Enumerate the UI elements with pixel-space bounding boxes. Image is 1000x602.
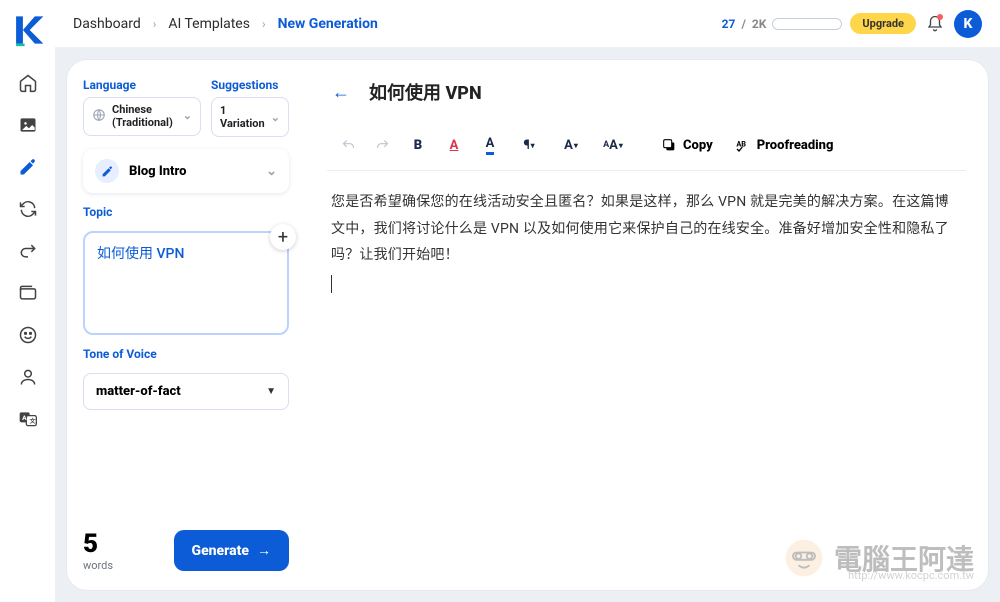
suggestions-select[interactable]: 1 Variation ⌄: [211, 97, 289, 137]
chevron-right-icon: ›: [153, 17, 157, 31]
bold-button[interactable]: B: [401, 130, 435, 160]
chevron-down-icon: ⌄: [266, 164, 277, 179]
nav-wallet[interactable]: [8, 274, 48, 312]
arrow-right-icon: →: [257, 542, 271, 559]
top-bar: Dashboard › AI Templates › New Generatio…: [55, 0, 1000, 48]
paragraph-button[interactable]: ¶▾: [509, 130, 549, 160]
editor-area: ← 如何使用 VPN B A A ¶▾ A▾ AA▾: [305, 60, 988, 590]
language-label: Language: [83, 78, 201, 92]
copy-button[interactable]: Copy: [651, 133, 723, 157]
usage-current: 27: [722, 17, 736, 31]
editor-toolbar: B A A ¶▾ A▾ AA▾ Copy AB Proofre: [327, 124, 966, 171]
workspace: Language Chinese (Traditional) ⌄ Suggest…: [55, 48, 1000, 602]
chevron-right-icon: ›: [262, 17, 266, 31]
tone-value: matter-of-fact: [96, 384, 181, 399]
suggestions-label: Suggestions: [211, 78, 289, 92]
font-size-button[interactable]: AA▾: [593, 130, 633, 160]
chevron-down-icon: ⌄: [271, 111, 280, 124]
upgrade-button[interactable]: Upgrade: [850, 13, 916, 34]
proofreading-button[interactable]: AB Proofreading: [725, 133, 844, 157]
usage-bar: [772, 18, 842, 30]
redo-button[interactable]: [365, 130, 399, 160]
svg-text:文: 文: [29, 417, 35, 425]
language-value: Chinese (Traditional): [112, 104, 177, 129]
nav-write[interactable]: [8, 148, 48, 186]
topic-input[interactable]: 如何使用 VPN +: [83, 231, 289, 335]
usage-meter: 27 / 2K: [722, 17, 843, 31]
template-select[interactable]: Blog Intro ⌄: [83, 149, 289, 193]
crumb-templates[interactable]: AI Templates: [168, 16, 250, 32]
suggestions-value: 1 Variation: [220, 104, 265, 130]
nav-image[interactable]: [8, 106, 48, 144]
add-topic-button[interactable]: +: [270, 224, 296, 250]
topic-value: 如何使用 VPN: [97, 243, 275, 263]
word-count: 5 words: [83, 529, 113, 572]
config-panel: Language Chinese (Traditional) ⌄ Suggest…: [67, 60, 305, 590]
template-value: Blog Intro: [129, 164, 186, 179]
globe-icon: [92, 108, 106, 126]
crumb-dashboard[interactable]: Dashboard: [73, 16, 141, 32]
nav-emoji[interactable]: [8, 316, 48, 354]
tone-label: Tone of Voice: [83, 347, 289, 361]
watermark: 電腦王阿達 http://www.kocpc.com.tw: [782, 536, 974, 580]
svg-text:A: A: [22, 414, 27, 422]
nav-home[interactable]: [8, 64, 48, 102]
text-cursor: [331, 275, 332, 293]
svg-text:AB: AB: [736, 139, 746, 148]
crumb-current: New Generation: [278, 16, 378, 32]
nav-translate[interactable]: A文: [8, 400, 48, 438]
app-logo[interactable]: [8, 10, 48, 50]
document-title[interactable]: 如何使用 VPN: [369, 79, 482, 105]
highlight-button[interactable]: A: [473, 130, 507, 160]
nav-redo[interactable]: [8, 232, 48, 270]
nav-account[interactable]: [8, 358, 48, 396]
pencil-icon: [95, 159, 119, 183]
nav-refresh[interactable]: [8, 190, 48, 228]
side-rail: A文: [0, 0, 55, 602]
avatar[interactable]: K: [954, 10, 982, 38]
editor-card: Language Chinese (Traditional) ⌄ Suggest…: [67, 60, 988, 590]
tone-select[interactable]: matter-of-fact ▼: [83, 373, 289, 410]
font-family-button[interactable]: A▾: [551, 130, 591, 160]
editor-text: 您是否希望确保您的在线活动安全且匿名？如果是这样，那么 VPN 就是完美的解决方…: [331, 189, 962, 269]
notifications-icon[interactable]: [924, 13, 946, 35]
font-color-button[interactable]: A: [437, 130, 471, 160]
undo-button[interactable]: [331, 130, 365, 160]
chevron-down-icon: ⌄: [183, 110, 192, 123]
back-button[interactable]: ←: [327, 78, 355, 106]
generate-button[interactable]: Generate →: [174, 530, 289, 571]
language-select[interactable]: Chinese (Traditional) ⌄: [83, 97, 201, 136]
editor-content[interactable]: 您是否希望确保您的在线活动安全且匿名？如果是这样，那么 VPN 就是完美的解决方…: [327, 171, 966, 316]
usage-max: 2K: [752, 17, 767, 31]
breadcrumb: Dashboard › AI Templates › New Generatio…: [73, 16, 378, 32]
caret-down-icon: ▼: [266, 386, 276, 397]
topic-label: Topic: [83, 205, 289, 219]
